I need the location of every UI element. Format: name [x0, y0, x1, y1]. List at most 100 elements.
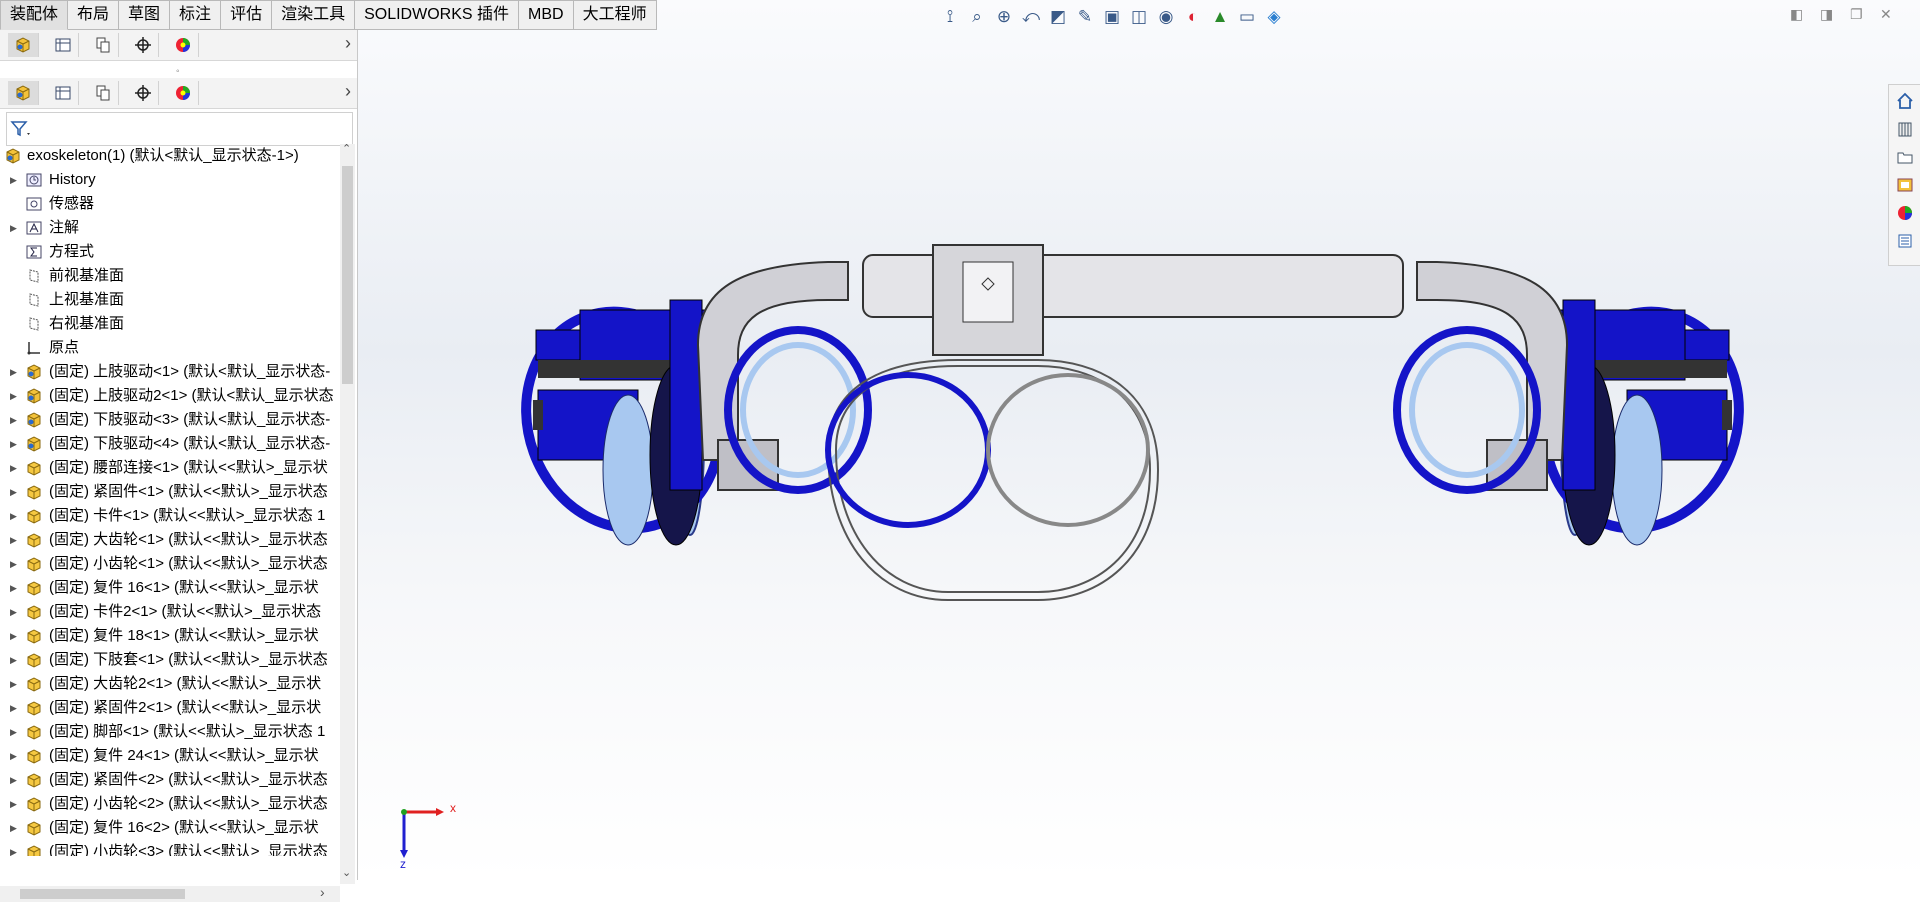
expand-arrow-icon[interactable]: ▶	[10, 720, 17, 744]
tree-item[interactable]: ▶ (固定) 复件 24<1> (默认<<默认>_显示状	[0, 744, 340, 768]
close-icon[interactable]: ✕	[1880, 6, 1892, 23]
tab-5[interactable]: 渲染工具	[272, 0, 356, 30]
tree-item[interactable]: ▶ (固定) 上肢驱动2<1> (默认<默认_显示状态	[0, 384, 340, 408]
tree-item[interactable]: ▶ (固定) 腰部连接<1> (默认<<默认>_显示状	[0, 456, 340, 480]
tree-item[interactable]: ▶ (固定) 下肢套<1> (默认<<默认>_显示状态	[0, 648, 340, 672]
expand-arrow-icon[interactable]: ▶	[10, 528, 17, 552]
expand-arrow-icon[interactable]: ▶	[10, 384, 17, 408]
property-manager-icon[interactable]	[48, 33, 79, 57]
expand-arrow-icon[interactable]: ▶	[10, 840, 17, 856]
tab-2[interactable]: 草图	[119, 0, 171, 30]
file-explorer-icon[interactable]	[1893, 145, 1917, 169]
feature-manager-icon[interactable]	[8, 81, 39, 105]
tree-item[interactable]: ▶ (固定) 卡件2<1> (默认<<默认>_显示状态	[0, 600, 340, 624]
tab-4[interactable]: 评估	[221, 0, 273, 30]
scrollbar-thumb[interactable]	[20, 889, 185, 899]
expand-arrow-icon[interactable]: ▶	[10, 432, 17, 456]
tree-item[interactable]: 前视基准面	[0, 264, 340, 288]
expand-arrow-icon[interactable]: ▶	[10, 576, 17, 600]
expand-arrow-icon[interactable]: ▶	[10, 408, 17, 432]
tree-item[interactable]: 传感器	[0, 192, 340, 216]
tree-item[interactable]: ▶ (固定) 大齿轮2<1> (默认<<默认>_显示状	[0, 672, 340, 696]
display-style-icon[interactable]: ◫	[1127, 4, 1151, 30]
expand-arrow-icon[interactable]: ▶	[10, 552, 17, 576]
tree-item[interactable]: ▶ (固定) 紧固件<1> (默认<<默认>_显示状态	[0, 480, 340, 504]
feature-tree[interactable]: exoskeleton(1) (默认<默认_显示状态-1>) ▶ History 传感…	[0, 144, 340, 856]
tab-8[interactable]: 大工程师	[573, 0, 657, 30]
expand-arrow-icon[interactable]: ▶	[10, 816, 17, 840]
expand-arrow-icon[interactable]: ▶	[10, 456, 17, 480]
tree-item[interactable]: ▶ History	[0, 168, 340, 192]
expand-arrow-icon[interactable]: ▶	[10, 624, 17, 648]
tree-item[interactable]: ▶ (固定) 脚部<1> (默认<<默认>_显示状态 1	[0, 720, 340, 744]
scrollbar-thumb[interactable]	[342, 166, 353, 384]
dimxpert-icon[interactable]	[128, 81, 159, 105]
tree-item[interactable]: ▶ (固定) 复件 18<1> (默认<<默认>_显示状	[0, 624, 340, 648]
tree-item[interactable]: 方程式	[0, 240, 340, 264]
appearances-icon[interactable]	[1893, 201, 1917, 225]
hide-show-items-icon[interactable]: ◉	[1154, 4, 1178, 30]
filter-icon[interactable]	[10, 119, 32, 139]
expand-arrow-icon[interactable]: ▶	[10, 168, 17, 192]
view-type-icon[interactable]: ▣	[1100, 4, 1124, 30]
tree-item[interactable]: ▶ 注解	[0, 216, 340, 240]
home-icon[interactable]	[1893, 89, 1917, 113]
view-orientation-icon[interactable]: ⟟	[938, 4, 962, 30]
display-manager-icon[interactable]	[168, 81, 199, 105]
expand-arrow-icon[interactable]: ▶	[10, 768, 17, 792]
view-palette-icon[interactable]	[1893, 173, 1917, 197]
expand-arrow-icon[interactable]: ▶	[10, 696, 17, 720]
dynamic-annotation-icon[interactable]: ✎	[1073, 4, 1097, 30]
expand-arrow-icon[interactable]: ▶	[10, 504, 17, 528]
tree-root-assembly[interactable]: exoskeleton(1) (默认<默认_显示状态-1>)	[0, 144, 340, 168]
scroll-up-icon[interactable]: ⌃	[342, 142, 351, 155]
tab-0[interactable]: 装配体	[0, 0, 69, 30]
custom-properties-icon[interactable]	[1893, 229, 1917, 253]
previous-view-icon[interactable]: ⤺	[1019, 4, 1043, 30]
apply-scene-icon[interactable]: ▲	[1208, 4, 1232, 30]
tree-horizontal-scrollbar[interactable]: ›	[0, 884, 340, 902]
tree-item[interactable]: ▶ (固定) 下肢驱动<4> (默认<默认_显示状态-	[0, 432, 340, 456]
tree-item[interactable]: ▶ (固定) 卡件<1> (默认<<默认>_显示状态 1	[0, 504, 340, 528]
section-view-icon[interactable]: ◩	[1046, 4, 1070, 30]
restore-icon[interactable]: ❐	[1850, 6, 1863, 23]
tree-item[interactable]: ▶ (固定) 紧固件<2> (默认<<默认>_显示状态	[0, 768, 340, 792]
configuration-manager-icon[interactable]	[88, 81, 119, 105]
tree-item[interactable]: ▶ (固定) 小齿轮<3> (默认<<默认>_显示状态	[0, 840, 340, 856]
tree-item[interactable]: ▶ (固定) 复件 16<1> (默认<<默认>_显示状	[0, 576, 340, 600]
display-manager-icon[interactable]	[168, 33, 199, 57]
right-hip-drive[interactable]	[1393, 261, 1769, 556]
tree-vertical-scrollbar[interactable]: ⌃ ⌄	[340, 142, 355, 884]
graphics-viewport[interactable]: ⟟ ⌕ ⊕ ⤺ ◩ ✎ ▣ ◫ ◉ ◐ ▲ ▭ ◈ ◧ ◨ ❐ ✕ x z	[358, 0, 1920, 880]
waist-belt[interactable]	[825, 359, 1160, 601]
scroll-down-icon[interactable]: ⌄	[342, 866, 351, 879]
tree-item[interactable]: ▶ (固定) 上肢驱动<1> (默认<默认_显示状态-	[0, 360, 340, 384]
expand-arrow-icon[interactable]: ▶	[10, 792, 17, 816]
tab-7[interactable]: MBD	[519, 0, 574, 30]
exoskeleton-model[interactable]	[358, 0, 1920, 880]
cube-view-icon[interactable]: ◈	[1262, 4, 1286, 30]
tab-1[interactable]: 布局	[68, 0, 120, 30]
expand-arrow-icon[interactable]: ▶	[10, 744, 17, 768]
tree-item[interactable]: ▶ (固定) 小齿轮<2> (默认<<默认>_显示状态	[0, 792, 340, 816]
expand-arrow-icon[interactable]: ▶	[10, 360, 17, 384]
expand-arrow-icon[interactable]: ▶	[10, 480, 17, 504]
scroll-right-icon[interactable]: ›	[320, 884, 325, 900]
configuration-manager-icon[interactable]	[88, 33, 119, 57]
restore-left-icon[interactable]: ◧	[1790, 6, 1803, 23]
waist-connector[interactable]	[862, 244, 1404, 356]
zoom-to-area-icon[interactable]: ⊕	[992, 4, 1016, 30]
zoom-to-fit-icon[interactable]: ⌕	[965, 4, 989, 30]
tree-filter-field[interactable]	[6, 112, 353, 146]
edit-appearance-icon[interactable]: ◐	[1181, 4, 1205, 30]
tab-6[interactable]: SOLIDWORKS 插件	[355, 0, 520, 30]
tree-item[interactable]: ▶ (固定) 复件 16<2> (默认<<默认>_显示状	[0, 816, 340, 840]
tree-item[interactable]: ▶ (固定) 大齿轮<1> (默认<<默认>_显示状态	[0, 528, 340, 552]
splitter-grip-icon[interactable]: ◦	[176, 66, 180, 77]
tree-item[interactable]: ▶ (固定) 紧固件2<1> (默认<<默认>_显示状	[0, 696, 340, 720]
feature-manager-icon[interactable]	[8, 33, 39, 57]
tree-item[interactable]: ▶ (固定) 下肢驱动<3> (默认<默认_显示状态-	[0, 408, 340, 432]
left-hip-drive[interactable]	[496, 261, 872, 556]
tree-item[interactable]: ▶ (固定) 小齿轮<1> (默认<<默认>_显示状态	[0, 552, 340, 576]
chevron-right-icon[interactable]: ›	[345, 33, 351, 54]
